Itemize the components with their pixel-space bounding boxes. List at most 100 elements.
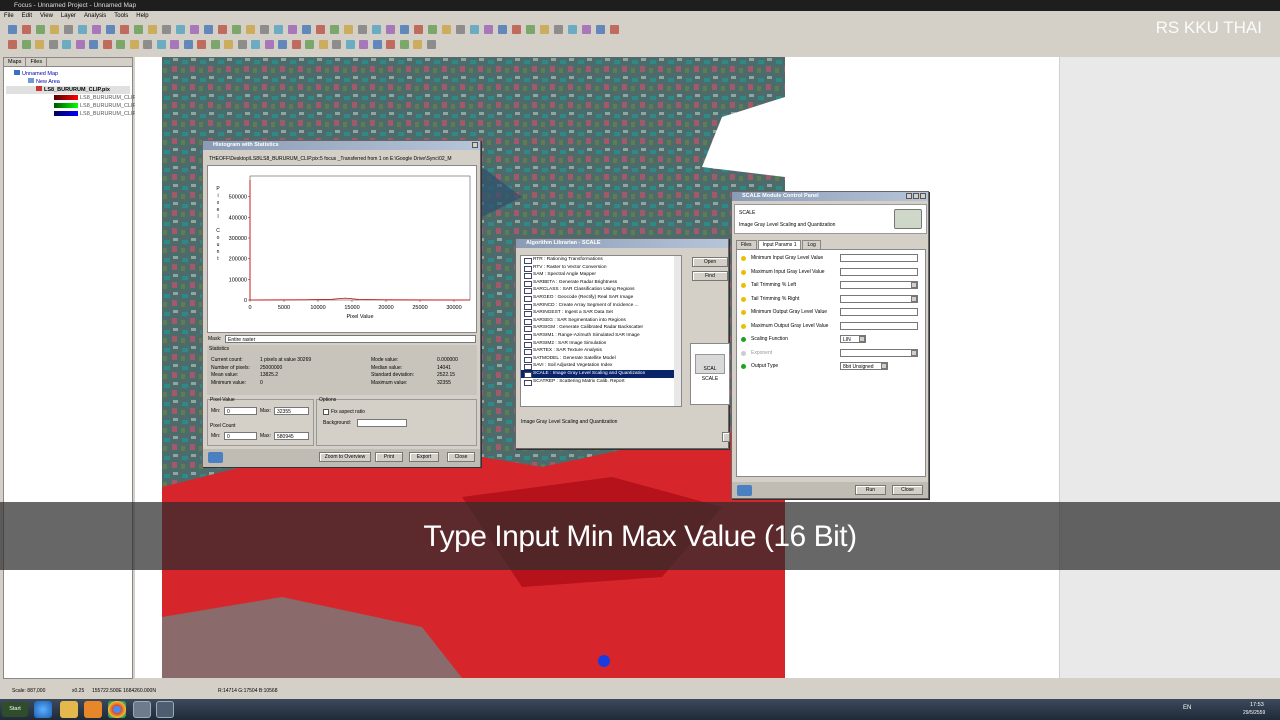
- toolbar-tool-icon[interactable]: [316, 25, 325, 34]
- pixel-count-min[interactable]: 0: [224, 432, 257, 440]
- param-input[interactable]: [840, 267, 918, 276]
- toolbar-tool-icon[interactable]: [318, 40, 328, 49]
- folder-icon[interactable]: [60, 701, 78, 718]
- toolbar-tool-icon[interactable]: [582, 25, 591, 34]
- algorithm-list-item[interactable]: SARSIM2 : SAR Image Simulation: [521, 340, 681, 348]
- algorithm-list-item[interactable]: RTV : Raster to Vector Conversion: [521, 264, 681, 272]
- toolbar-tool-icon[interactable]: [36, 25, 45, 34]
- toolbar-tool-icon[interactable]: [204, 25, 213, 34]
- toolbar-tool-icon[interactable]: [224, 40, 233, 49]
- toolbar-tool-icon[interactable]: [610, 25, 619, 34]
- toolbar-tool-icon[interactable]: [568, 25, 577, 34]
- toolbar-tool-icon[interactable]: [399, 40, 409, 49]
- algorithm-list-item[interactable]: RTR : Rationing Transformations: [521, 256, 681, 264]
- start-button[interactable]: Start: [2, 702, 28, 717]
- toolbar-tool-icon[interactable]: [106, 25, 115, 34]
- algorithm-list-item[interactable]: SARINCD : Create Array Segment of Incide…: [521, 302, 681, 310]
- toolbar-tool-icon[interactable]: [48, 40, 58, 49]
- algorithm-list-item[interactable]: SAVI : Soil Adjusted Vegetation Index: [521, 362, 681, 370]
- toolbar-tool-icon[interactable]: [8, 40, 17, 49]
- algorithm-list-item[interactable]: SARBETA : Generate Radar Brightness: [521, 279, 681, 287]
- fix-aspect-checkbox[interactable]: [323, 409, 329, 415]
- run-button[interactable]: Run: [855, 485, 886, 495]
- toolbar-tool-icon[interactable]: [512, 25, 521, 34]
- close-icon[interactable]: [472, 142, 478, 148]
- menu-edit[interactable]: Edit: [22, 13, 32, 19]
- pixel-count-max[interactable]: 580945: [274, 432, 309, 440]
- algorithm-list-item[interactable]: SARTEX : SAR Texture Analysis: [521, 347, 681, 355]
- toolbar-tool-icon[interactable]: [62, 40, 71, 49]
- media-player-icon[interactable]: [84, 701, 102, 718]
- toolbar-tool-icon[interactable]: [156, 40, 166, 49]
- toolbar-tool-icon[interactable]: [22, 25, 31, 34]
- algorithm-list-item[interactable]: SARSEG : SAR Segmentation into Regions: [521, 317, 681, 325]
- toolbar-tool-icon[interactable]: [540, 25, 549, 34]
- toolbar-tool-icon[interactable]: [372, 40, 382, 49]
- tree-item-area[interactable]: New Area: [6, 78, 130, 86]
- tree-item-band-blue[interactable]: LS8_BURURUM_CLIP: [6, 110, 136, 118]
- toolbar-tool-icon[interactable]: [526, 25, 535, 34]
- tree-item-band-green[interactable]: LS8_BURURUM_CLIP: [6, 102, 136, 110]
- toolbar-tool-icon[interactable]: [162, 25, 171, 34]
- toolbar-tool-icon[interactable]: [148, 25, 157, 34]
- close-icon[interactable]: [920, 193, 926, 199]
- param-select[interactable]: [840, 294, 918, 303]
- toolbar-tool-icon[interactable]: [183, 40, 193, 49]
- param-select[interactable]: [840, 348, 918, 357]
- ie-icon[interactable]: [34, 701, 52, 718]
- toolbar-tool-icon[interactable]: [291, 40, 301, 49]
- toolbar-tool-icon[interactable]: [260, 25, 269, 34]
- dropdown-arrow-icon[interactable]: [911, 349, 917, 356]
- pixel-value-max[interactable]: 32355: [274, 407, 309, 415]
- menu-file[interactable]: File: [4, 13, 14, 19]
- toolbar-tool-icon[interactable]: [372, 25, 381, 34]
- toolbar-tool-icon[interactable]: [8, 25, 17, 34]
- toolbar-tool-icon[interactable]: [359, 40, 368, 49]
- toolbar-tool-icon[interactable]: [596, 25, 605, 34]
- algorithm-list-item[interactable]: SARINGEST : Ingest a SAR Data Set: [521, 309, 681, 317]
- toolbar-tool-icon[interactable]: [251, 40, 260, 49]
- menu-help[interactable]: Help: [136, 13, 148, 19]
- toolbar-tool-icon[interactable]: [64, 25, 73, 34]
- toolbar-tool-icon[interactable]: [92, 25, 101, 34]
- toolbar-tool-icon[interactable]: [498, 25, 507, 34]
- menu-tools[interactable]: Tools: [114, 13, 128, 19]
- clock-date[interactable]: 29/5/2559: [1243, 710, 1265, 716]
- toolbar-tool-icon[interactable]: [414, 25, 423, 34]
- toolbar-tool-icon[interactable]: [413, 40, 422, 49]
- menu-view[interactable]: View: [40, 13, 53, 19]
- chrome-icon[interactable]: [108, 701, 126, 718]
- toolbar-tool-icon[interactable]: [278, 40, 287, 49]
- toolbar-tool-icon[interactable]: [170, 40, 179, 49]
- algorithm-list-item[interactable]: SAM : Spectral Angle Mapper: [521, 271, 681, 279]
- toolbar-tool-icon[interactable]: [386, 25, 395, 34]
- zoom-to-overview-button[interactable]: Zoom to Overview: [319, 452, 371, 462]
- toolbar-tool-icon[interactable]: [386, 40, 395, 49]
- toolbar-tool-icon[interactable]: [89, 40, 98, 49]
- toolbar-tool-icon[interactable]: [78, 25, 87, 34]
- algorithm-list-item[interactable]: SARSIGM : Generate Calibrated Radar Back…: [521, 324, 681, 332]
- tab-files[interactable]: Files: [26, 58, 48, 67]
- tree-item-map[interactable]: Unnamed Map: [6, 70, 130, 78]
- algo-list-scrollbar[interactable]: [674, 256, 681, 406]
- export-button[interactable]: Export: [409, 452, 439, 462]
- toolbar-tool-icon[interactable]: [332, 40, 341, 49]
- scale-close-button[interactable]: Close: [892, 485, 923, 495]
- toolbar-tool-icon[interactable]: [358, 25, 367, 34]
- maximize-icon[interactable]: [913, 193, 919, 199]
- param-input[interactable]: [840, 254, 918, 262]
- toolbar-tool-icon[interactable]: [428, 25, 437, 34]
- toolbar-tool-icon[interactable]: [426, 40, 436, 49]
- toolbar-tool-icon[interactable]: [554, 25, 563, 34]
- toolbar-tool-icon[interactable]: [143, 40, 152, 49]
- toolbar-tool-icon[interactable]: [302, 25, 311, 34]
- algorithm-list-item[interactable]: SARSIM1 : Range-Azimuth Simulated SAR Im…: [521, 332, 681, 340]
- toolbar-tool-icon[interactable]: [305, 40, 314, 49]
- toolbar-tool-icon[interactable]: [344, 25, 353, 34]
- dropdown-arrow-icon[interactable]: [911, 295, 917, 302]
- toolbar-tool-icon[interactable]: [237, 40, 247, 49]
- menu-layer[interactable]: Layer: [61, 13, 76, 19]
- dropdown-arrow-icon[interactable]: [881, 363, 887, 369]
- algo-more-button[interactable]: [722, 432, 730, 442]
- param-input[interactable]: [840, 321, 918, 330]
